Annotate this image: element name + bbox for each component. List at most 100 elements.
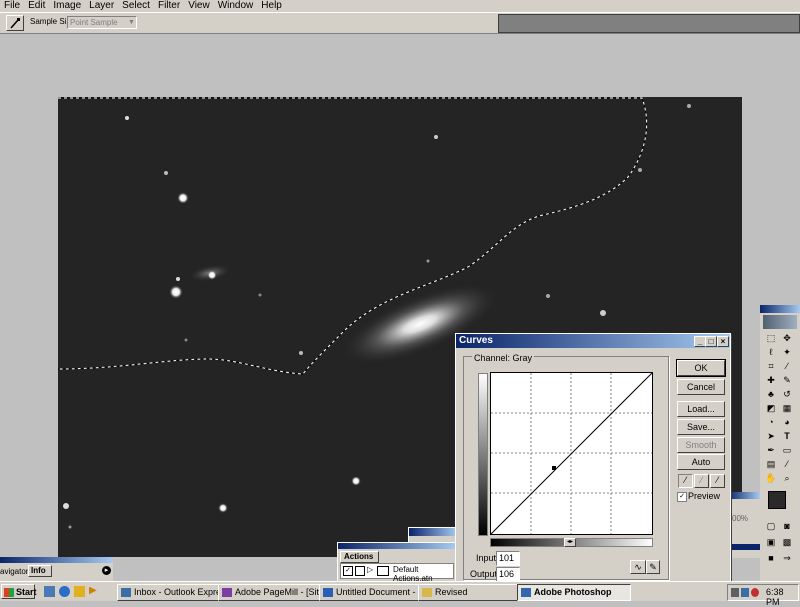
channel-value[interactable]: Gray [513, 353, 533, 363]
eraser-tool-icon[interactable]: ◩ [765, 403, 777, 414]
white-point-eyedropper-icon[interactable]: ⁄ [710, 474, 725, 488]
network-icon[interactable] [731, 588, 739, 597]
save-button[interactable]: Save... [677, 419, 725, 435]
menu-view[interactable]: View [184, 0, 214, 12]
close-icon[interactable]: × [717, 336, 729, 347]
gradient-tool-icon[interactable]: ▦ [781, 403, 793, 414]
magic-wand-tool-icon[interactable]: ✦ [781, 347, 793, 358]
auto-button[interactable]: Auto [677, 454, 725, 470]
clock[interactable]: 6:38 PM [766, 587, 798, 607]
action-toggle-checkbox[interactable]: ✓ [343, 566, 353, 576]
preview-label: Preview [688, 491, 721, 501]
taskbar-task-photoshop[interactable]: Adobe Photoshop [517, 584, 631, 601]
screen-mode-full-icon[interactable]: ▩ [781, 537, 793, 548]
blur-tool-icon[interactable]: ◔ [765, 417, 777, 428]
action-list: ✓ ▷ Default Actions.atn [340, 563, 454, 583]
preview-checkbox[interactable]: ✓ [677, 492, 687, 502]
tab-navigator[interactable]: avigator [0, 567, 28, 576]
antivirus-icon[interactable] [751, 588, 759, 597]
shape-tool-icon[interactable]: ▭ [781, 445, 793, 456]
curve-point[interactable] [552, 466, 556, 470]
history-brush-tool-icon[interactable]: ↺ [781, 389, 793, 400]
pen-tool-icon[interactable]: ✒ [765, 445, 777, 456]
menu-layer[interactable]: Layer [85, 0, 118, 12]
maximize-icon[interactable]: □ [705, 336, 717, 347]
taskbar-task-revised[interactable]: Revised [418, 584, 532, 601]
photoshop-task-icon [521, 588, 531, 597]
slice-tool-icon[interactable]: ∕ [781, 361, 793, 372]
screen-mode-standard-icon[interactable]: ▣ [765, 537, 777, 548]
screen-mode-black-icon[interactable]: ■ [765, 553, 777, 564]
curves-title-bar[interactable]: Curves _ □ × [456, 334, 730, 348]
zoom-fragment: 00% [732, 514, 749, 523]
curve-graph[interactable] [490, 372, 653, 535]
folder-task-icon [422, 588, 432, 597]
internet-explorer-icon[interactable] [59, 586, 70, 597]
menu-help[interactable]: Help [257, 0, 286, 12]
notes-tool-icon[interactable]: ▤ [765, 459, 777, 470]
cancel-button[interactable]: Cancel [677, 379, 725, 395]
foreground-color-swatch[interactable] [768, 491, 786, 509]
pencil-mode-icon[interactable]: ✎ [646, 560, 660, 574]
pagemill-task-icon [222, 588, 232, 597]
smooth-button[interactable]: Smooth [677, 437, 725, 453]
brush-tool-icon[interactable]: ✎ [781, 375, 793, 386]
black-point-eyedropper-icon[interactable]: ⁄ [678, 474, 693, 488]
chevron-down-icon: ▼ [127, 17, 136, 28]
dialog-toggle-checkbox[interactable] [355, 566, 365, 576]
quick-launch: ▶ [44, 584, 104, 599]
load-button[interactable]: Load... [677, 401, 725, 417]
crop-tool-icon[interactable]: ⌗ [765, 361, 777, 372]
menu-filter[interactable]: Filter [154, 0, 184, 12]
curves-title: Curves [459, 335, 493, 346]
start-button[interactable]: Start [1, 584, 37, 599]
media-player-icon[interactable]: ▶ [89, 585, 97, 596]
tab-actions[interactable]: Actions [340, 551, 379, 563]
taskbar-task-pagemill[interactable]: Adobe PageMill - [Site Det... [218, 584, 334, 601]
move-tool-icon[interactable]: ✥ [781, 333, 793, 344]
input-field[interactable]: 101 [496, 551, 520, 566]
expand-triangle-icon[interactable]: ▷ [367, 565, 373, 574]
quick-mask-mode-icon[interactable]: ◙ [781, 521, 793, 532]
palette-menu-arrow-icon[interactable]: ▸ [102, 566, 111, 575]
clone-stamp-tool-icon[interactable]: ♣ [765, 389, 777, 400]
show-desktop-icon[interactable] [44, 586, 55, 597]
menu-select[interactable]: Select [118, 0, 154, 12]
type-tool-icon[interactable]: T [781, 431, 793, 442]
output-gradient-bar [478, 373, 488, 536]
actions-palette: Actions ✓ ▷ Default Actions.atn [337, 542, 457, 583]
jump-to-imageready-icon[interactable]: ⇒ [781, 553, 793, 564]
outlook-express-icon[interactable] [74, 586, 85, 597]
input-gradient-bar: ◂▸ [490, 538, 653, 547]
eyedropper-tool-icon[interactable] [6, 15, 24, 31]
channel-label-row: Channel: Gray [472, 353, 535, 363]
gray-point-eyedropper-icon[interactable]: ⁄ [694, 474, 709, 488]
menu-edit[interactable]: Edit [24, 0, 49, 12]
curve-mode-icon[interactable]: ∿ [630, 560, 646, 574]
healing-brush-tool-icon[interactable]: ✚ [765, 375, 777, 386]
taskbar-task-outlook[interactable]: Inbox - Outlook Express pr... [117, 584, 233, 601]
path-selection-tool-icon[interactable]: ➤ [765, 431, 777, 442]
curves-dialog: Curves _ □ × Channel: Gray ◂▸ Input: 101… [455, 333, 731, 583]
hand-tool-icon[interactable]: ✋ [765, 473, 777, 484]
menu-image[interactable]: Image [49, 0, 85, 12]
start-label: Start [16, 587, 37, 597]
eyedropper-icon[interactable]: ⁄ [781, 459, 793, 470]
menu-file[interactable]: File [0, 0, 24, 12]
tab-info[interactable]: Info [28, 565, 52, 577]
standard-mode-icon[interactable]: ▢ [765, 521, 777, 532]
volume-icon[interactable] [741, 588, 749, 597]
lasso-tool-icon[interactable]: ℓ [765, 347, 777, 358]
zoom-tool-icon[interactable]: ⌕ [781, 473, 793, 484]
taskbar-task-word[interactable]: Untitled Document - Micro... [319, 584, 433, 601]
sample-size-select[interactable]: Point Sample ▼ [67, 16, 137, 29]
marquee-tool-icon[interactable]: ⬚ [765, 333, 777, 344]
channel-label: Channel: [474, 353, 511, 363]
output-field[interactable]: 106 [496, 567, 520, 582]
toolbox-title-bar[interactable] [760, 305, 800, 313]
dodge-tool-icon[interactable]: ◕ [781, 417, 793, 428]
menu-window[interactable]: Window [214, 0, 258, 12]
gradient-swap-icon[interactable]: ◂▸ [564, 538, 576, 547]
ok-button[interactable]: OK [676, 359, 726, 377]
navigator-info-palette: avigator Info ▸ [0, 557, 113, 581]
